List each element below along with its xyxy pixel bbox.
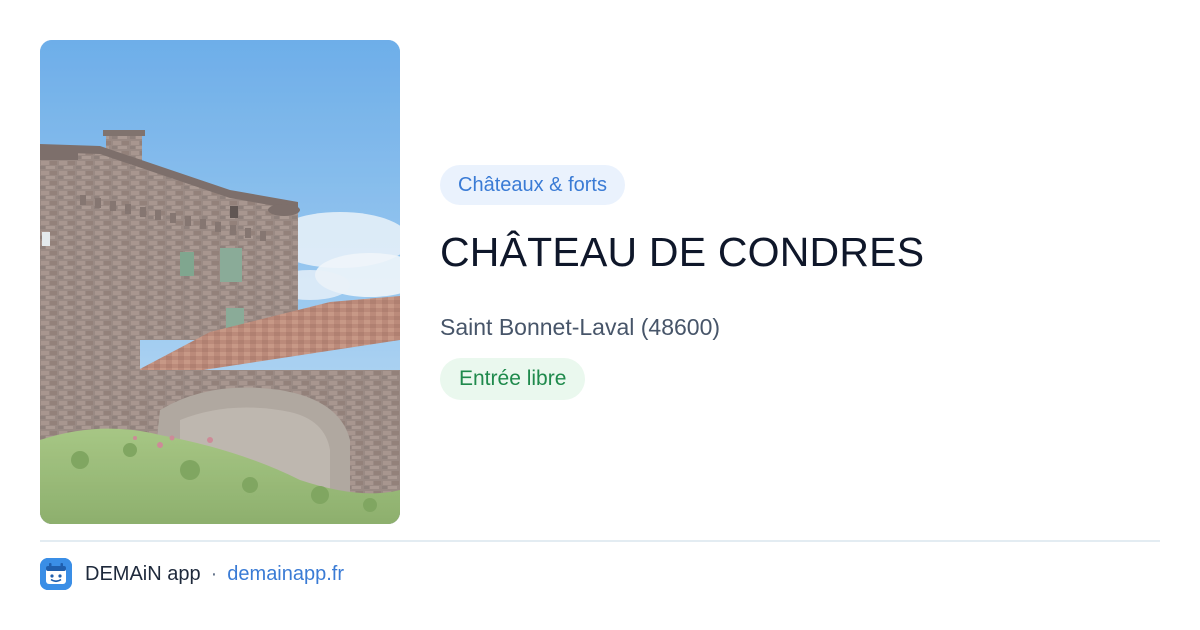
category-chip[interactable]: Châteaux & forts (440, 165, 625, 205)
place-location: Saint Bonnet-Laval (48600) (440, 314, 721, 340)
access-status-chip: Entrée libre (440, 358, 586, 400)
share-card: Châteaux & forts CHÂTEAU DE CONDRES Sain… (0, 0, 1200, 630)
footer-divider (40, 540, 1160, 542)
place-info: Châteaux & forts CHÂTEAU DE CONDRES Sain… (440, 165, 1160, 400)
place-title: CHÂTEAU DE CONDRES (440, 229, 925, 275)
footer: DEMAiN app · demainapp.fr (40, 558, 344, 590)
demain-app-icon (40, 558, 72, 590)
app-website-link[interactable]: demainapp.fr (227, 563, 344, 586)
chateau-photo (40, 40, 400, 524)
footer-separator: · (210, 562, 218, 585)
app-name: DEMAiN app (85, 562, 201, 585)
